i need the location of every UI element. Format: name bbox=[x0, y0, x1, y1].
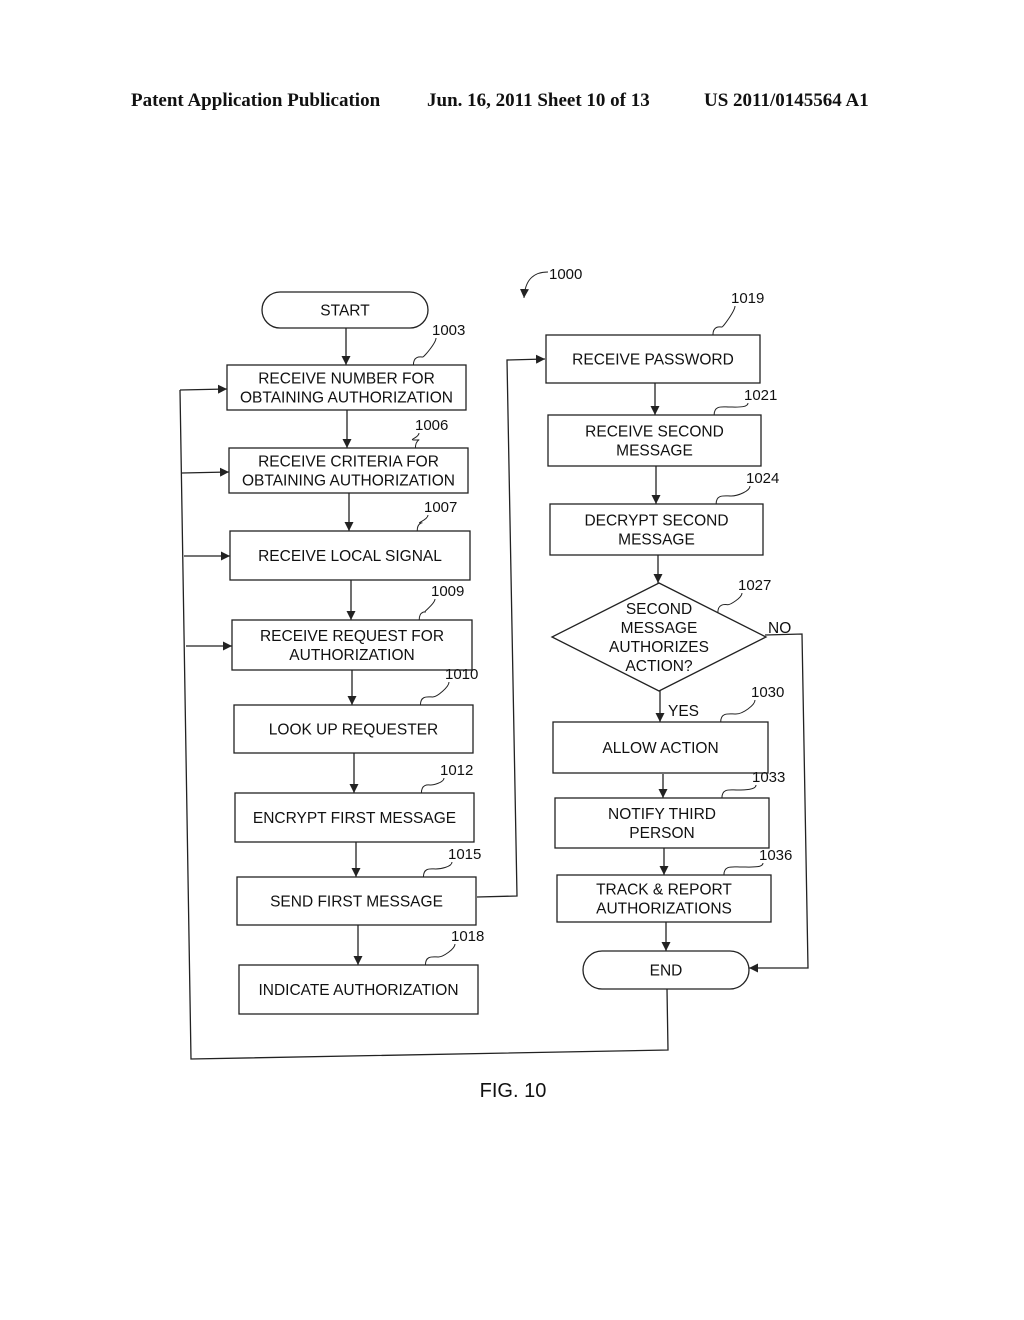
edge-loop-1003 bbox=[179, 384, 228, 394]
node-1019: RECEIVE PASSWORD 1019 bbox=[545, 290, 764, 384]
ref-leader-line bbox=[419, 681, 450, 706]
ref-leader-line bbox=[723, 862, 764, 876]
node-text-line: MESSAGE bbox=[616, 443, 693, 460]
ref-number: 1015 bbox=[448, 846, 481, 863]
node-text-line: AUTHORIZES bbox=[609, 639, 709, 656]
node-1021: RECEIVE SECOND MESSAGE 1021 bbox=[547, 387, 777, 467]
node-1033: NOTIFY THIRD PERSON 1033 bbox=[554, 769, 785, 849]
node-1024: DECRYPT SECOND MESSAGE 1024 bbox=[549, 470, 779, 556]
node-text-line: RECEIVE NUMBER FOR bbox=[258, 371, 435, 388]
ref-number: 1021 bbox=[744, 387, 777, 404]
node-text-line: PERSON bbox=[629, 825, 694, 842]
ref-number: 1003 bbox=[432, 322, 465, 339]
node-text-line: RECEIVE LOCAL SIGNAL bbox=[258, 548, 442, 565]
node-text-line: MESSAGE bbox=[621, 620, 698, 637]
flowchart: START RECEIVE NUMBER FOR OBTAINING AUTHORI… bbox=[179, 266, 809, 1102]
node-text-line: INDICATE AUTHORIZATION bbox=[258, 982, 458, 999]
ref-leader-line bbox=[715, 485, 751, 505]
node-1018: INDICATE AUTHORIZATION 1018 bbox=[238, 928, 484, 1015]
ref-leader-line bbox=[420, 777, 445, 794]
figure-label: FIG. 10 bbox=[480, 1080, 547, 1102]
node-1009: RECEIVE REQUEST FOR AUTHORIZATION 1009 bbox=[231, 583, 473, 671]
node-text-line: LOOK UP REQUESTER bbox=[269, 722, 438, 739]
ref-1000-pointer bbox=[519, 271, 549, 299]
node-text-line: SECOND bbox=[626, 601, 692, 618]
node-start: START bbox=[261, 291, 429, 329]
node-1027: SECOND MESSAGE AUTHORIZES ACTION? 1027 bbox=[550, 577, 771, 692]
ref-number: 1027 bbox=[738, 577, 771, 594]
node-text-line: ENCRYPT FIRST MESSAGE bbox=[253, 810, 456, 827]
node-text-line: START bbox=[320, 303, 370, 320]
node-text-line: OBTAINING AUTHORIZATION bbox=[242, 473, 455, 490]
node-text-line: ALLOW ACTION bbox=[602, 740, 718, 757]
node-1036: TRACK & REPORT AUTHORIZATIONS 1036 bbox=[556, 847, 792, 923]
ref-number: 1006 bbox=[415, 417, 448, 434]
ref-number: 1009 bbox=[431, 583, 464, 600]
node-text-line: RECEIVE CRITERIA FOR bbox=[258, 454, 439, 471]
ref-number: 1036 bbox=[759, 847, 792, 864]
ref-leader-line bbox=[717, 592, 743, 613]
ref-number: 1012 bbox=[440, 762, 473, 779]
ref-leader-line bbox=[424, 943, 456, 966]
node-text-line: RECEIVE REQUEST FOR bbox=[260, 628, 444, 645]
node-text-line: TRACK & REPORT bbox=[596, 882, 732, 899]
node-1030: ALLOW ACTION 1030 bbox=[552, 684, 784, 774]
ref-number: 1018 bbox=[451, 928, 484, 945]
node-end: END bbox=[582, 950, 750, 990]
ref-leader-line bbox=[721, 784, 757, 799]
node-1006: RECEIVE CRITERIA FOR OBTAINING AUTHORIZAT… bbox=[228, 417, 469, 494]
node-text-line: END bbox=[650, 963, 683, 980]
node-text-line: AUTHORIZATION bbox=[289, 647, 414, 664]
node-text-line: OBTAINING AUTHORIZATION bbox=[240, 390, 453, 407]
node-1007: RECEIVE LOCAL SIGNAL 1007 bbox=[229, 499, 471, 581]
node-text-line: MESSAGE bbox=[618, 532, 695, 549]
node-text-line: NOTIFY THIRD bbox=[608, 806, 716, 823]
ref-leader-line bbox=[422, 861, 453, 878]
ref-number: 1019 bbox=[731, 290, 764, 307]
edge-1015-1019 bbox=[476, 354, 546, 898]
node-text-line: AUTHORIZATIONS bbox=[596, 901, 732, 918]
edge-label-yes: YES bbox=[668, 703, 699, 720]
node-text-line: SEND FIRST MESSAGE bbox=[270, 894, 443, 911]
node-text-line: DECRYPT SECOND bbox=[584, 513, 728, 530]
ref-number: 1033 bbox=[752, 769, 785, 786]
ref-number: 1010 bbox=[445, 666, 478, 683]
ref-leader-line bbox=[418, 598, 436, 621]
edge-label-no: NO bbox=[768, 620, 791, 637]
ref-number: 1030 bbox=[751, 684, 784, 701]
edge-loop-1006 bbox=[181, 467, 230, 477]
ref-leader-line bbox=[416, 514, 429, 532]
figure-ref-1000: 1000 bbox=[549, 266, 582, 283]
ref-number: 1024 bbox=[746, 470, 779, 487]
node-1015: SEND FIRST MESSAGE 1015 bbox=[236, 846, 481, 926]
ref-leader-line bbox=[712, 305, 736, 336]
node-1010: LOOK UP REQUESTER 1010 bbox=[233, 666, 478, 754]
node-text-line: RECEIVE SECOND bbox=[585, 424, 724, 441]
ref-leader-line bbox=[713, 402, 749, 416]
node-text-line: ACTION? bbox=[625, 658, 693, 675]
node-text-line: RECEIVE PASSWORD bbox=[572, 352, 734, 369]
ref-leader-line bbox=[720, 699, 756, 723]
ref-leader-line bbox=[411, 432, 420, 449]
ref-number: 1007 bbox=[424, 499, 457, 516]
ref-leader-line bbox=[412, 337, 437, 366]
